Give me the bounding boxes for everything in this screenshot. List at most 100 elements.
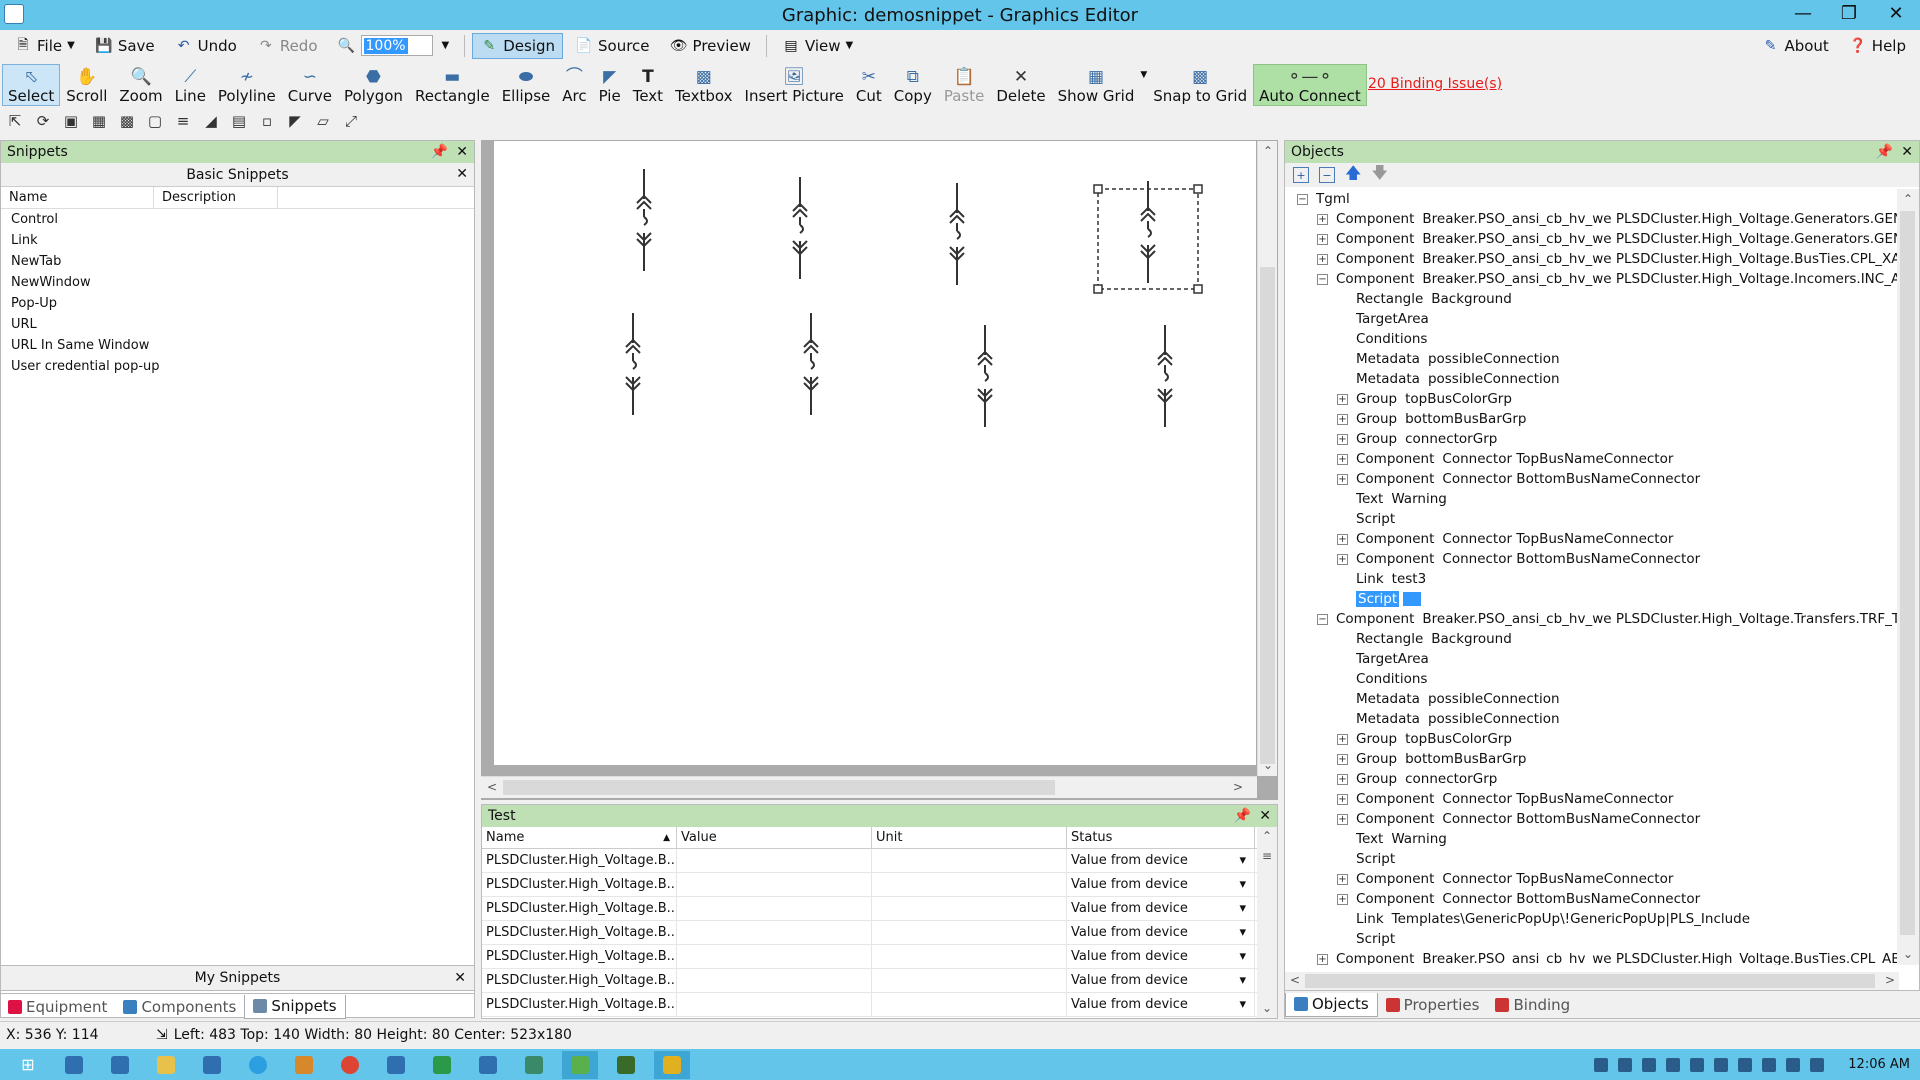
view-menu[interactable]: ▤ View ▼ <box>774 33 861 59</box>
table-row[interactable]: PLSDCluster.High_Voltage.B... Value from … <box>482 849 1277 873</box>
status-dropdown[interactable]: Value from device ▾ <box>1067 945 1255 968</box>
snippet-item[interactable]: URL <box>1 314 474 335</box>
tree-node[interactable]: Link test3 <box>1285 569 1897 589</box>
tree-node[interactable]: + Group topBusColorGrp <box>1285 389 1897 409</box>
tray-icon[interactable] <box>1642 1057 1657 1072</box>
tree-node[interactable]: Script <box>1285 509 1897 529</box>
snippet-item[interactable]: Control <box>1 209 474 230</box>
expand-icon[interactable]: + <box>1337 733 1348 745</box>
panel-close-icon[interactable]: ✕ <box>456 144 468 160</box>
tree-node[interactable]: + Component Connector BottomBusNameConnect… <box>1285 469 1897 489</box>
taskbar-app-13[interactable] <box>608 1051 644 1079</box>
taskbar-app-4[interactable] <box>194 1051 230 1079</box>
scroll-down-icon[interactable]: ⌄ <box>1903 947 1913 961</box>
status-dropdown[interactable]: Value from device ▾ <box>1067 897 1255 920</box>
resize-icon[interactable]: ⤢ <box>340 111 362 131</box>
col-name[interactable]: Name <box>1 187 154 208</box>
line-tool[interactable]: ⟋ Line <box>169 64 212 106</box>
scroll-thumb[interactable] <box>1260 267 1275 764</box>
expand-all-icon[interactable]: + <box>1293 167 1309 183</box>
design-tab[interactable]: ✎ Design <box>472 32 564 59</box>
table-row[interactable]: PLSDCluster.High_Voltage.B... Value from … <box>482 897 1277 921</box>
layout-icon[interactable]: ◤ <box>284 111 306 131</box>
tab-properties[interactable]: Properties <box>1378 993 1488 1017</box>
expand-icon[interactable]: + <box>1337 753 1348 765</box>
scroll-right-icon[interactable]: > <box>1233 780 1243 794</box>
design-canvas[interactable] <box>494 141 1256 765</box>
collapse-icon[interactable]: − <box>1297 193 1308 205</box>
tree-node[interactable]: TargetArea <box>1285 649 1897 669</box>
clock[interactable]: 12:06 AM <box>1848 1057 1910 1072</box>
restore-icon[interactable]: ❐ <box>1828 0 1870 26</box>
group-close-icon[interactable]: ✕ <box>456 166 468 182</box>
dropdown-arrow-icon[interactable]: ▾ <box>1239 853 1246 868</box>
taskbar-app-10[interactable] <box>470 1051 506 1079</box>
expand-icon[interactable]: + <box>1337 393 1348 405</box>
snippet-item[interactable]: NewTab <box>1 251 474 272</box>
tree-node[interactable]: + Component Connector BottomBusNameConnect… <box>1285 889 1897 909</box>
flip-icon[interactable]: ◢ <box>200 111 222 131</box>
taskbar-app-11[interactable] <box>516 1051 552 1079</box>
zoom-control[interactable]: 🔍 100% ▼ <box>330 33 458 59</box>
scroll-tool[interactable]: ✋ Scroll <box>60 64 113 106</box>
scroll-up-icon[interactable]: ⌃ <box>1903 192 1913 206</box>
show-grid-toggle[interactable]: ▦ Show Grid <box>1052 64 1141 106</box>
tree-node[interactable]: Rectangle Background <box>1285 289 1897 309</box>
breaker-symbol-3[interactable] <box>949 182 965 286</box>
snippet-item[interactable]: Link <box>1 230 474 251</box>
ellipse-tool[interactable]: ⬬ Ellipse <box>496 64 557 106</box>
tree-node[interactable]: + Component Breaker.PSO_ansi_cb_hv_we PLSD… <box>1285 249 1897 269</box>
dropdown-arrow-icon[interactable]: ▾ <box>1239 997 1246 1012</box>
copy-button[interactable]: ⧉ Copy <box>888 64 938 106</box>
taskbar-chrome[interactable] <box>332 1051 368 1079</box>
binding-issues-link[interactable]: 20 Binding Issue(s) <box>1368 76 1502 92</box>
tab-equipment[interactable]: Equipment <box>0 995 115 1019</box>
expand-icon[interactable]: + <box>1337 533 1348 545</box>
cut-button[interactable]: ✂ Cut <box>850 64 888 106</box>
tab-objects[interactable]: Objects <box>1285 992 1378 1017</box>
tray-icon[interactable] <box>1786 1057 1801 1072</box>
expand-icon[interactable]: + <box>1337 873 1348 885</box>
snippet-item[interactable]: URL In Same Window <box>1 335 474 356</box>
tray-icon[interactable] <box>1690 1057 1705 1072</box>
taskbar-app-2[interactable] <box>102 1051 138 1079</box>
scroll-thumb[interactable] <box>503 780 1055 795</box>
delete-button[interactable]: ✕ Delete <box>990 64 1051 106</box>
tree-node[interactable]: Script <box>1285 929 1897 949</box>
tab-binding[interactable]: Binding <box>1487 993 1578 1017</box>
tree-node[interactable]: Script <box>1285 849 1897 869</box>
select-arrow-icon[interactable]: ⇱ <box>4 111 26 131</box>
tree-node[interactable]: − Component Breaker.PSO_ansi_cb_hv_we PLSD… <box>1285 609 1897 629</box>
tree-node[interactable]: − Tgml <box>1285 189 1897 209</box>
tree-node[interactable]: + Group connectorGrp <box>1285 429 1897 449</box>
collapse-all-icon[interactable]: − <box>1319 167 1335 183</box>
status-dropdown[interactable]: Value from device ▾ <box>1067 969 1255 992</box>
group-icon[interactable]: ▣ <box>60 111 82 131</box>
polyline-tool[interactable]: ≁ Polyline <box>212 64 282 106</box>
canvas-horizontal-scrollbar[interactable]: < > <box>481 776 1257 798</box>
tray-icon[interactable] <box>1762 1057 1777 1072</box>
pin-icon[interactable]: 📌 <box>1234 808 1251 824</box>
tree-vertical-scrollbar[interactable]: ⌃ ⌄ <box>1897 189 1919 965</box>
grid-dropdown-icon[interactable]: ▼ <box>1140 70 1147 80</box>
text-tool[interactable]: T Text <box>627 64 669 106</box>
dropdown-arrow-icon[interactable]: ▾ <box>1239 901 1246 916</box>
transform-icon[interactable]: ▱ <box>312 111 334 131</box>
pin-icon[interactable]: 📌 <box>431 144 448 160</box>
scroll-down-icon[interactable]: ⌄ <box>1263 758 1273 772</box>
col-status[interactable]: Status <box>1067 827 1255 848</box>
snap-to-grid-toggle[interactable]: ▩ Snap to Grid <box>1147 64 1253 106</box>
tree-node[interactable]: + Group bottomBusBarGrp <box>1285 409 1897 429</box>
tree-node[interactable]: + Group connectorGrp <box>1285 769 1897 789</box>
curve-tool[interactable]: ∽ Curve <box>282 64 338 106</box>
tree-node[interactable]: TargetArea <box>1285 309 1897 329</box>
scroll-left-icon[interactable]: < <box>487 780 497 794</box>
tree-node[interactable]: + Component Connector TopBusNameConnector <box>1285 869 1897 889</box>
my-snippets-close-icon[interactable]: ✕ <box>454 970 466 986</box>
rotate-icon[interactable]: ⟳ <box>32 111 54 131</box>
tree-node[interactable]: Rectangle Background <box>1285 629 1897 649</box>
breaker-symbol-8[interactable] <box>1157 324 1173 428</box>
expand-icon[interactable]: + <box>1317 953 1328 965</box>
redo-button[interactable]: ↷ Redo <box>249 33 326 59</box>
tray-icon[interactable] <box>1738 1057 1753 1072</box>
